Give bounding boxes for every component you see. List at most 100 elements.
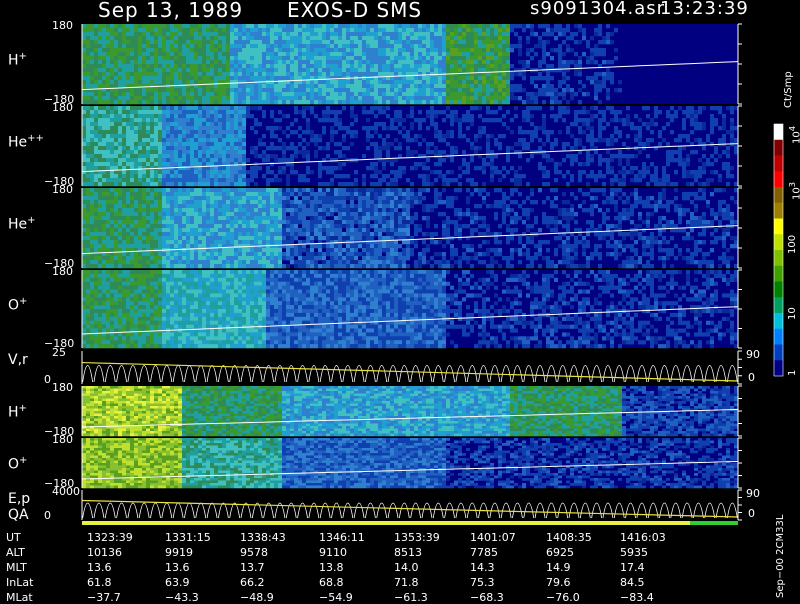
spectrogram-cell [282,52,286,56]
spectrogram-cell [314,48,318,52]
spectrogram-cell [186,76,190,80]
spectrogram-cell [494,170,498,174]
spectrogram-cell [146,178,150,182]
spectrogram-cell [142,182,146,186]
spectrogram-cell [242,88,246,92]
spectrogram-cell [98,52,102,56]
spectrogram-cell [194,60,198,64]
spectrogram-cell [166,256,170,260]
spectrogram-cell [126,228,130,232]
spectrogram-cell [290,32,294,36]
spectrogram-cell [118,178,122,182]
spectrogram-cell [558,162,562,166]
spectrogram-cell [126,88,130,92]
spectrogram-cell [194,72,198,76]
spectrogram-cell [318,24,322,28]
spectrogram-cell [266,52,270,56]
spectrogram-cell [338,48,342,52]
spectrogram-cell [194,252,198,256]
spectrogram-cell [138,40,142,44]
spectrogram-cell [126,174,130,178]
spectrogram-cell [198,40,202,44]
spectrogram-cell [426,80,430,84]
spectrogram-cell [142,76,146,80]
spectrogram-cell [206,110,210,114]
spectrogram-cell [106,32,110,36]
spectrogram-cell [594,96,598,100]
spectrogram-cell [490,166,494,170]
spectrogram-cell [254,76,258,80]
spectrogram-cell [442,68,446,72]
spectrogram-cell [166,200,170,204]
spectrogram-cell [558,80,562,84]
spectrogram-cell [518,142,522,146]
spectrogram-cell [210,68,214,72]
spectrogram-cell [594,174,598,178]
spectrogram-cell [394,68,398,72]
spectrogram-cell [122,208,126,212]
spectrogram-cell [474,32,478,36]
spectrogram-cell [602,60,606,64]
spectrogram-cell [230,96,234,100]
spectrogram-cell [378,146,382,150]
spectrogram-cell [310,88,314,92]
spectrogram-cell [642,122,646,126]
spectrogram-cell [318,48,322,52]
spectrogram-cell [442,76,446,80]
spectrogram-cell [402,134,406,138]
spectrogram-cell [162,170,166,174]
spectrogram-cell [306,118,310,122]
spectrogram-cell [358,32,362,36]
spectrogram-cell [270,88,274,92]
spectrogram-cell [182,118,186,122]
spectrogram-cell [546,80,550,84]
spectrogram-cell [178,224,182,228]
spectrogram-cell [82,244,86,248]
spectrogram-cell [90,76,94,80]
spectrogram-cell [94,138,98,142]
spectrogram-cell [302,56,306,60]
spectrogram-cell [522,114,526,118]
spectrogram-cell [370,40,374,44]
spectrogram-cell [94,204,98,208]
spectrogram-cell [450,130,454,134]
spectrogram-cell [182,134,186,138]
spectrogram-cell [230,166,234,170]
spectrogram-cell [122,106,126,110]
spectrogram-cell [378,154,382,158]
spectrogram-cell [194,56,198,60]
spectrogram-cell [202,150,206,154]
spectrogram-cell [322,80,326,84]
spectrogram-cell [542,48,546,52]
spectrogram-cell [226,130,230,134]
spectrogram-cell [586,174,590,178]
spectrogram-cell [334,72,338,76]
spectrogram-cell [490,178,494,182]
spectrogram-cell [130,196,134,200]
spectrogram-cell [126,130,130,134]
spectrogram-cell [330,92,334,96]
spectrogram-cell [490,60,494,64]
spectrogram-cell [366,60,370,64]
spectrogram-cell [98,122,102,126]
spectrogram-cell [434,68,438,72]
spectrogram-cell [374,114,378,118]
spectrogram-cell [90,118,94,122]
spectrogram-cell [506,146,510,150]
spectrogram-cell [302,44,306,48]
spectrogram-cell [174,196,178,200]
spectrogram-cell [86,220,90,224]
spectrogram-cell [422,40,426,44]
spectrogram-cell [538,92,542,96]
spectrogram-cell [218,142,222,146]
spectrogram-cell [350,122,354,126]
spectrogram-cell [454,68,458,72]
spectrogram-cell [110,212,114,216]
spectrogram-cell [286,36,290,40]
spectrogram-cell [162,126,166,130]
spectrogram-cell [202,240,206,244]
spectrogram-cell [174,162,178,166]
spectrogram-cell [98,174,102,178]
spectrogram-cell [186,44,190,48]
spectrogram-cell [334,92,338,96]
